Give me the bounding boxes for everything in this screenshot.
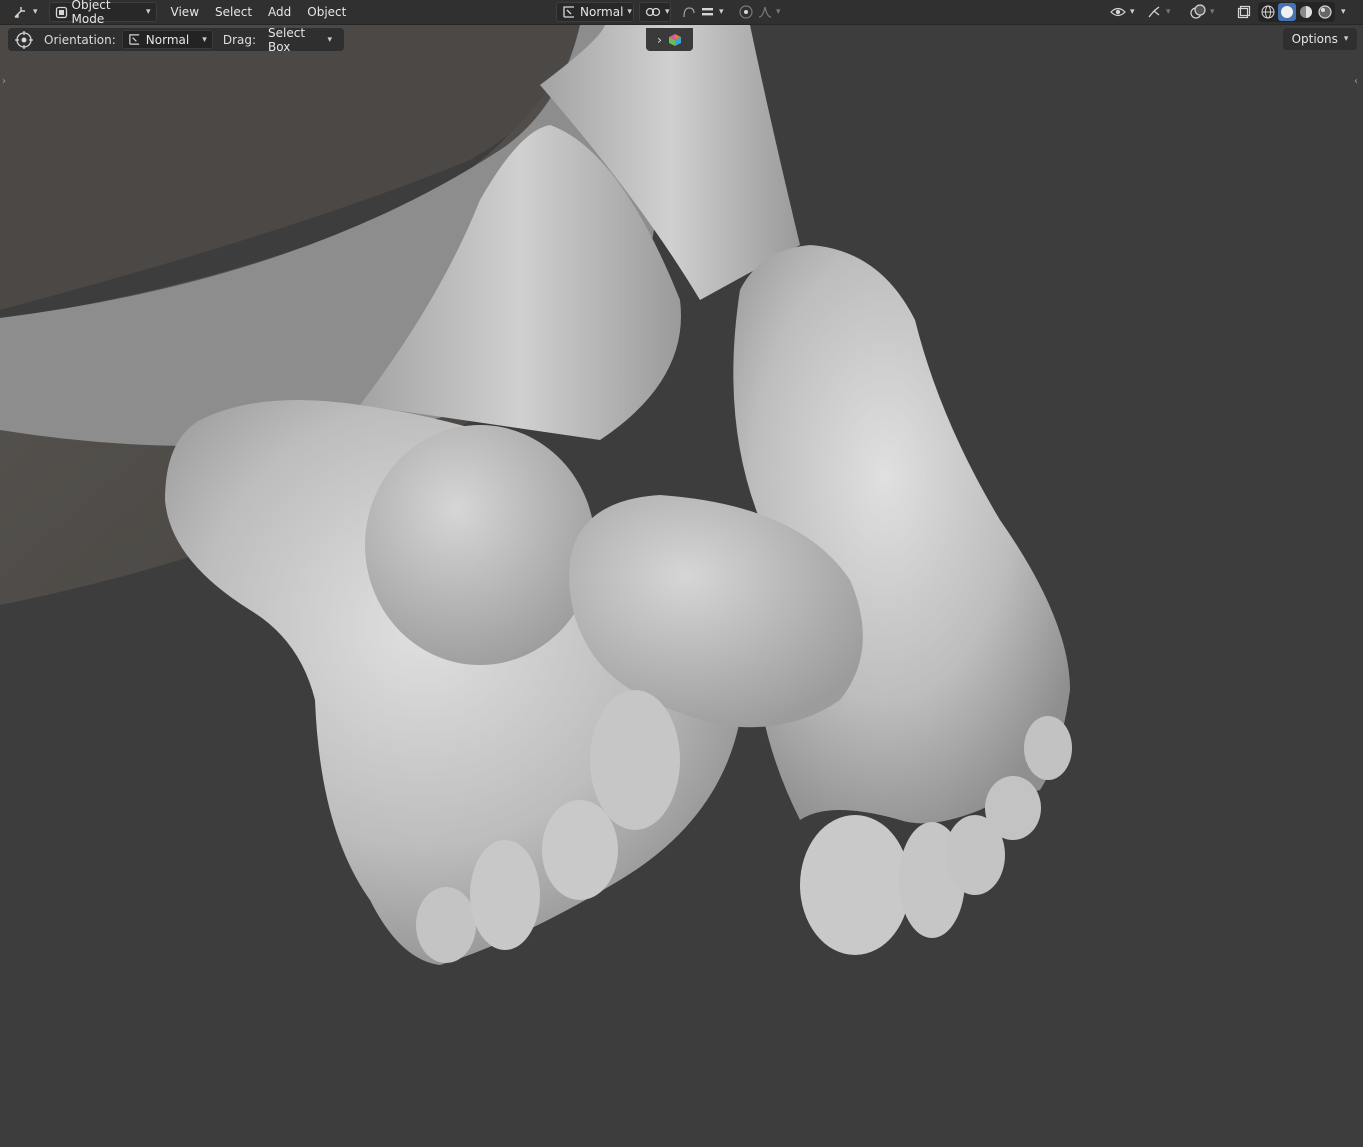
left-toe xyxy=(416,887,476,963)
chevron-down-icon: ▾ xyxy=(1341,7,1346,17)
snap-icon xyxy=(645,5,661,19)
solid-shading-button[interactable] xyxy=(1278,3,1296,21)
chevron-down-icon: ▾ xyxy=(1166,7,1171,17)
overlay-button[interactable]: ▾ xyxy=(1185,2,1220,22)
chevron-down-icon: ▾ xyxy=(719,7,724,17)
gizmo-cube-icon xyxy=(668,33,682,47)
rendered-icon xyxy=(1318,5,1332,19)
right-toe xyxy=(1024,716,1072,780)
chevron-right-icon: › xyxy=(657,32,662,47)
wireframe-shading-button[interactable] xyxy=(1259,3,1277,21)
chevron-down-icon: ▾ xyxy=(327,34,332,45)
material-preview-icon xyxy=(1299,5,1313,19)
orientation-label: Orientation: xyxy=(44,32,116,47)
proportional-edit-button[interactable]: ▾ xyxy=(676,2,728,22)
drag-dropdown[interactable]: Select Box ▾ xyxy=(262,26,338,54)
chevron-down-icon: ▾ xyxy=(202,34,207,45)
options-label: Options xyxy=(1291,32,1338,46)
orientation-value: Normal xyxy=(145,32,190,47)
tool-settings-bar: Orientation: Normal ▾ Drag: Select Box ▾ xyxy=(8,26,344,54)
menu-object[interactable]: Object xyxy=(299,2,354,22)
left-heel xyxy=(365,425,595,665)
xray-button[interactable] xyxy=(1232,2,1256,22)
sidebar-expand-icon[interactable]: ‹ xyxy=(1354,76,1358,87)
chevron-down-icon: ▾ xyxy=(1130,7,1135,17)
mode-dropdown[interactable]: Object Mode ▾ xyxy=(48,0,157,26)
falloff-icon xyxy=(701,5,715,19)
toolbar-expand-icon[interactable]: › xyxy=(2,76,6,87)
transform-orientation-icon xyxy=(562,5,576,19)
pivot-icon xyxy=(738,4,754,20)
viewport-3d[interactable] xyxy=(0,25,1363,1147)
drag-value: Select Box xyxy=(268,25,306,54)
curve-icon xyxy=(758,5,772,19)
menu-add[interactable]: Add xyxy=(260,2,299,22)
transform-tool-icon[interactable] xyxy=(14,30,34,50)
cursor-icon xyxy=(13,5,29,19)
transform-orientation-dropdown[interactable]: Normal ▾ xyxy=(556,2,634,22)
options-button[interactable]: Options ▾ xyxy=(1283,28,1357,50)
asset-shelf-toggle[interactable]: › xyxy=(646,28,693,51)
xray-icon xyxy=(1237,5,1251,19)
left-toe xyxy=(590,690,680,830)
solid-icon xyxy=(1280,5,1294,19)
right-toe xyxy=(800,815,910,955)
chevron-down-icon: ▾ xyxy=(665,7,670,17)
chevron-down-icon: ▾ xyxy=(33,7,38,17)
chevron-down-icon: ▾ xyxy=(627,7,632,17)
eye-icon xyxy=(1110,5,1126,19)
overlay-icon xyxy=(1190,4,1206,20)
menu-view[interactable]: View xyxy=(163,2,207,22)
transform-orientation-icon xyxy=(128,33,141,46)
visibility-button[interactable]: ▾ xyxy=(1105,2,1140,22)
mode-label: Object Mode xyxy=(71,0,111,26)
proportional-size-button[interactable]: ▾ xyxy=(733,2,787,22)
viewport-header: ▾ Object Mode ▾ View Select Add Object N… xyxy=(0,0,1363,26)
object-mode-icon xyxy=(55,6,68,19)
chevron-down-icon: ▾ xyxy=(1343,34,1349,44)
proportional-edit-icon xyxy=(681,5,697,19)
gizmo-button[interactable]: ▾ xyxy=(1141,2,1176,22)
menu-select[interactable]: Select xyxy=(207,2,260,22)
drag-label: Drag: xyxy=(222,32,257,47)
orientation-dropdown[interactable]: Normal ▾ xyxy=(121,30,213,49)
shading-mode-group xyxy=(1258,2,1335,22)
wireframe-icon xyxy=(1261,5,1275,19)
chevron-down-icon: ▾ xyxy=(1210,7,1215,17)
rendered-shading-button[interactable] xyxy=(1316,3,1334,21)
shading-options-button[interactable]: ▾ xyxy=(1336,2,1351,22)
gizmo-icon xyxy=(1146,5,1162,19)
left-toe xyxy=(542,800,618,900)
material-preview-shading-button[interactable] xyxy=(1297,3,1315,21)
chevron-down-icon: ▾ xyxy=(146,7,151,17)
left-toe xyxy=(470,840,540,950)
chevron-down-icon: ▾ xyxy=(776,7,781,17)
editor-type-button[interactable]: ▾ xyxy=(8,2,43,22)
right-toe xyxy=(985,776,1041,840)
snap-button[interactable]: ▾ xyxy=(639,2,671,22)
transform-orientation-label: Normal xyxy=(580,5,624,19)
